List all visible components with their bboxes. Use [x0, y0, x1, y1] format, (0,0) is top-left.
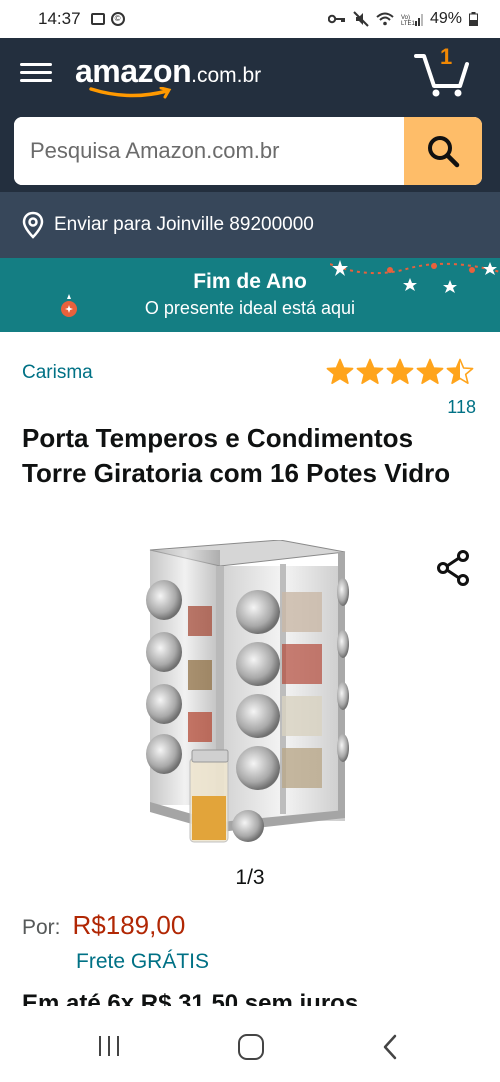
- search-bar: [14, 117, 482, 185]
- star-full-icon: [386, 358, 414, 384]
- delivery-label: Enviar para Joinville 89200000: [54, 214, 314, 235]
- recent-apps-button[interactable]: [99, 1036, 119, 1056]
- price-row: Por: R$189,00: [22, 910, 185, 941]
- mute-icon: [353, 11, 369, 27]
- key-icon: [327, 14, 345, 24]
- battery-percent: 49%: [429, 10, 462, 27]
- free-shipping-link[interactable]: Frete GRÁTIS: [76, 950, 209, 974]
- search-button[interactable]: [404, 117, 482, 185]
- battery-icon: [469, 12, 478, 26]
- star-full-icon: [416, 358, 444, 384]
- banner-title: Fim de Ano: [193, 270, 307, 293]
- banner-subtitle: O presente ideal está aqui: [144, 298, 356, 318]
- hamburger-menu-icon[interactable]: [20, 58, 52, 90]
- image-pager: 1/3: [235, 866, 265, 889]
- promo-banner[interactable]: Fim de Ano O presente ideal está aqui: [0, 258, 500, 332]
- rating-stars[interactable]: [326, 358, 474, 386]
- delivery-location-bar[interactable]: Enviar para Joinville 89200000: [0, 192, 500, 258]
- back-button[interactable]: [380, 1034, 400, 1060]
- status-notification-icons: ©: [90, 12, 125, 26]
- search-input[interactable]: [14, 117, 404, 185]
- price-value: R$189,00: [72, 910, 186, 940]
- svg-text:LTE1: LTE1: [401, 21, 416, 26]
- logo-smile-icon: [89, 87, 172, 99]
- status-right-icons: Vo) LTE1 49%: [327, 10, 478, 28]
- home-button[interactable]: [238, 1034, 264, 1060]
- status-time: 14:37: [38, 9, 81, 28]
- star-full-icon: [356, 358, 384, 384]
- amazon-logo[interactable]: amazon.com.br: [75, 53, 262, 99]
- share-icon[interactable]: [434, 548, 474, 588]
- wifi-icon: [376, 12, 394, 26]
- cart-count-badge: 1: [440, 44, 453, 69]
- location-pin-icon: [22, 211, 44, 239]
- price-label: Por:: [22, 916, 61, 939]
- gallery-notification-icon: [90, 13, 105, 25]
- installments-label: Em até 6x R$ 31,50 sem juros: [22, 990, 359, 1006]
- star-full-icon: [326, 358, 354, 384]
- brand-link[interactable]: Carisma: [22, 362, 93, 384]
- product-image[interactable]: [130, 540, 366, 845]
- signal-icon: Vo)LTE1: [401, 14, 423, 26]
- search-icon: [428, 136, 460, 168]
- logo-tld: .com.br: [191, 64, 262, 87]
- status-bar: 14:37 © Vo) LTE1 49%: [0, 0, 500, 38]
- logo-word: amazon: [75, 53, 192, 89]
- data-saver-icon: ©: [110, 12, 125, 26]
- product-title: Porta Temperos e Condimentos Torre Girat…: [22, 423, 451, 488]
- installments-text: Em até 6x R$ 31,50 sem juros: [22, 990, 358, 1006]
- review-count-link[interactable]: 118: [447, 397, 476, 418]
- star-half-icon: [446, 358, 474, 384]
